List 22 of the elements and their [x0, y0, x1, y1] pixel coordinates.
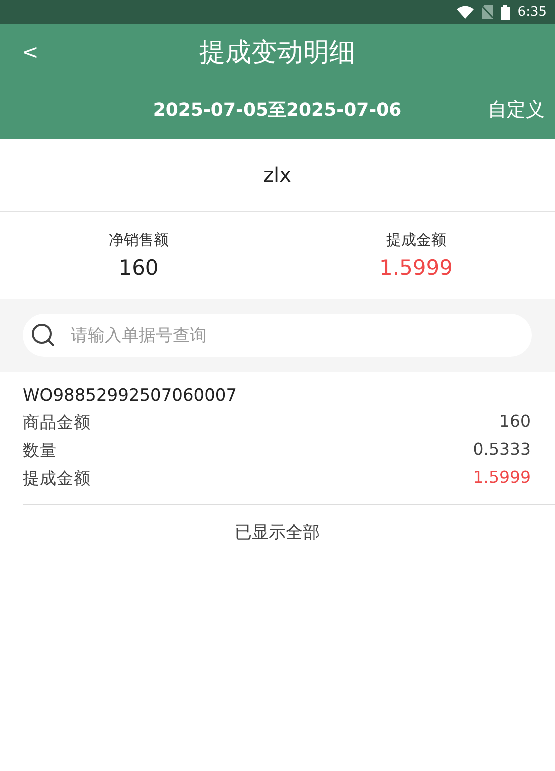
summary-label: 提成金额: [386, 231, 446, 250]
custom-button[interactable]: 自定义: [488, 97, 545, 123]
page-title: 提成变动明细: [200, 37, 356, 70]
field-value: 0.5333: [473, 440, 531, 461]
battery-icon: [500, 4, 510, 20]
summary-value: 1.5999: [380, 256, 453, 280]
order-number: WO98852992507060007: [23, 386, 238, 406]
person-name: zlx: [0, 139, 555, 212]
wifi-icon: [456, 6, 474, 18]
field-value: 160: [500, 412, 531, 433]
end-of-list-text: 已显示全部: [234, 522, 321, 544]
search-field[interactable]: 请输入单据号查询: [23, 314, 532, 357]
field-value: 1.5999: [473, 468, 531, 489]
back-button[interactable]: <: [22, 40, 39, 64]
date-range: 2025-07-05至2025-07-06: [153, 99, 402, 122]
field-label: 数量: [23, 440, 57, 462]
clock: 6:35: [518, 4, 547, 20]
summary-label: 净销售额: [108, 231, 169, 250]
no-sim-icon: [482, 5, 493, 19]
field-label: 提成金额: [23, 468, 91, 490]
summary-value: 160: [118, 256, 159, 280]
field-label: 商品金额: [23, 412, 91, 434]
